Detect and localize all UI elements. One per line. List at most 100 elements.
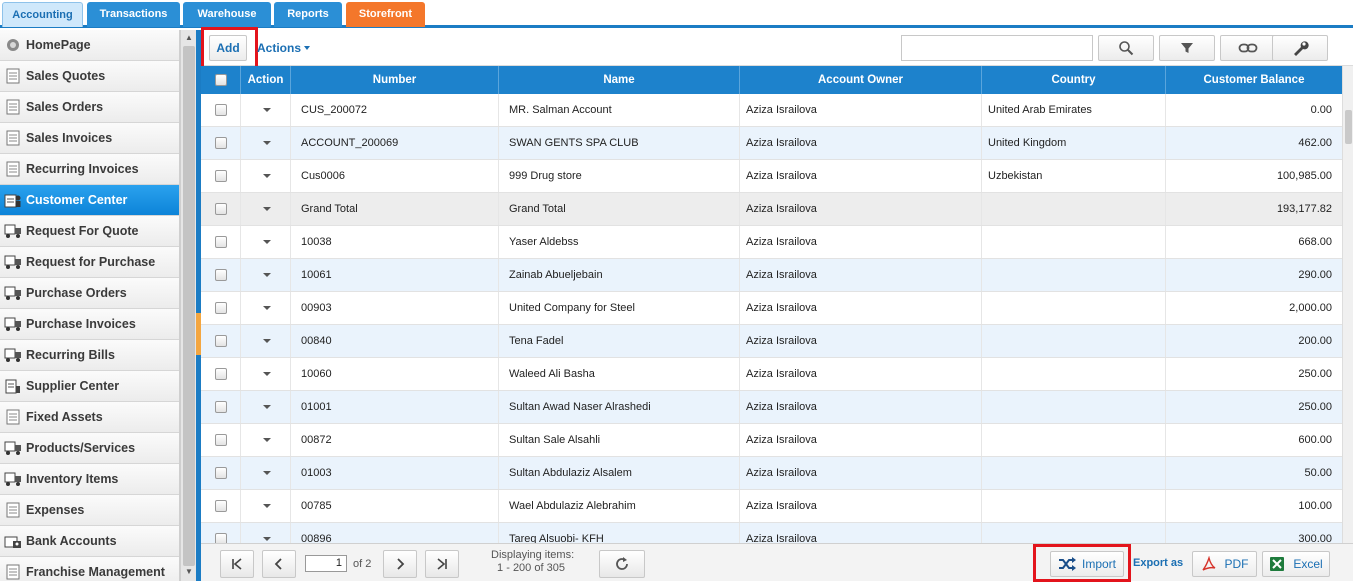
row-action-dropdown-icon[interactable] [263,471,271,475]
sidebar-item-supplier-center[interactable]: Supplier Center [0,371,179,402]
row-action-dropdown-icon[interactable] [263,405,271,409]
row-action-dropdown-icon[interactable] [263,504,271,508]
row-action-dropdown-icon[interactable] [263,174,271,178]
sidebar-item-purchase-invoices[interactable]: Purchase Invoices [0,309,179,340]
row-action-dropdown-icon[interactable] [263,240,271,244]
sidebar-item-sales-quotes[interactable]: Sales Quotes [0,61,179,92]
row-checkbox[interactable] [215,401,227,413]
sidebar-scrollbar[interactable]: ▲ ▼ [180,30,196,581]
prev-page-button[interactable] [262,550,296,578]
sidebar-item-customer-center[interactable]: Customer Center [0,185,179,216]
last-page-button[interactable] [425,550,459,578]
sidebar-item-fixed-assets[interactable]: Fixed Assets [0,402,179,433]
export-excel-button[interactable]: Excel [1262,551,1330,577]
tab-storefront[interactable]: Storefront [346,2,425,27]
filter-icon [1181,43,1193,53]
row-checkbox[interactable] [215,236,227,248]
sidebar-item-request-for-quote[interactable]: Request For Quote [0,216,179,247]
row-checkbox[interactable] [215,269,227,281]
filter-button[interactable] [1159,35,1215,61]
table-row[interactable]: 10038 Yaser Aldebss Aziza Israilova 668.00 [201,226,1342,259]
row-checkbox[interactable] [215,533,227,543]
sidebar-item-homepage[interactable]: HomePage [0,30,179,61]
header-number[interactable]: Number [291,66,499,94]
row-action-dropdown-icon[interactable] [263,537,271,541]
tab-accounting[interactable]: Accounting [2,2,83,27]
row-checkbox[interactable] [215,335,227,347]
sidebar-item-request-for-purchase[interactable]: Request for Purchase [0,247,179,278]
sidebar-scroll-thumb[interactable] [183,46,195,566]
grid-scroll-thumb[interactable] [1345,110,1352,144]
next-page-button[interactable] [383,550,417,578]
sidebar-item-recurring-invoices[interactable]: Recurring Invoices [0,154,179,185]
table-row[interactable]: CUS_200072 MR. Salman Account Aziza Israil… [201,94,1342,127]
select-cell [201,523,241,543]
sidebar-item-expenses[interactable]: Expenses [0,495,179,526]
row-checkbox[interactable] [215,434,227,446]
select-all-checkbox[interactable] [215,74,227,86]
table-row[interactable]: 00896 Tareq Alsuobi- KFH Aziza Israilova 30… [201,523,1342,543]
search-button[interactable] [1098,35,1154,61]
table-row[interactable]: Cus0006 999 Drug store Aziza Israilova Uzbe… [201,160,1342,193]
tab-reports[interactable]: Reports [274,2,342,27]
grand-total-row[interactable]: Grand Total Grand Total Aziza Israilova 193… [201,193,1342,226]
header-customer-balance[interactable]: Customer Balance [1166,66,1342,94]
row-checkbox[interactable] [215,104,227,116]
row-action-dropdown-icon[interactable] [263,207,271,211]
tab-warehouse[interactable]: Warehouse [183,2,271,27]
sidebar-item-sales-invoices[interactable]: Sales Invoices [0,123,179,154]
page-number-input[interactable]: 1 [305,555,347,572]
row-action-dropdown-icon[interactable] [263,108,271,112]
table-row[interactable]: 01003 Sultan Abdulaziz Alsalem Aziza Israi… [201,457,1342,490]
row-checkbox[interactable] [215,467,227,479]
export-pdf-button[interactable]: PDF [1192,551,1257,577]
header-name[interactable]: Name [499,66,740,94]
table-row[interactable]: 00872 Sultan Sale Alsahli Aziza Israilova 6… [201,424,1342,457]
header-account-owner[interactable]: Account Owner [740,66,982,94]
row-checkbox[interactable] [215,368,227,380]
grid-scrollbar[interactable] [1342,66,1353,543]
table-row[interactable]: 10061 Zainab Abueljebain Aziza Israilova 29… [201,259,1342,292]
row-checkbox[interactable] [215,500,227,512]
table-row[interactable]: 00903 United Company for Steel Aziza Israi… [201,292,1342,325]
row-action-dropdown-icon[interactable] [263,141,271,145]
tab-transactions[interactable]: Transactions [87,2,180,27]
table-row[interactable]: 00840 Tena Fadel Aziza Israilova 200.00 [201,325,1342,358]
row-checkbox[interactable] [215,170,227,182]
refresh-button[interactable] [599,550,645,578]
table-row[interactable]: 10060 Waleed Ali Basha Aziza Israilova 250.… [201,358,1342,391]
header-action[interactable]: Action [241,66,291,94]
cell-country [982,292,1166,324]
header-select-all[interactable] [201,66,241,94]
sidebar-item-recurring-bills[interactable]: Recurring Bills [0,340,179,371]
header-country[interactable]: Country [982,66,1166,94]
row-action-dropdown-icon[interactable] [263,372,271,376]
table-row[interactable]: 01001 Sultan Awad Naser Alrashedi Aziza Is… [201,391,1342,424]
cell-country [982,193,1166,225]
sidebar-item-bank-accounts[interactable]: Bank Accounts [0,526,179,557]
sidebar-item-sales-orders[interactable]: Sales Orders [0,92,179,123]
settings-button[interactable] [1272,35,1328,61]
row-checkbox[interactable] [215,137,227,149]
scroll-down-icon[interactable]: ▼ [184,567,194,577]
sidebar-item-franchise-management[interactable]: Franchise Management [0,557,179,581]
actions-menu-button[interactable]: Actions [257,40,311,56]
table-row[interactable]: ACCOUNT_200069 SWAN GENTS SPA CLUB Aziza I… [201,127,1342,160]
first-page-button[interactable] [220,550,254,578]
row-action-dropdown-icon[interactable] [263,306,271,310]
row-action-dropdown-icon[interactable] [263,339,271,343]
sidebar-item-products-services[interactable]: Products/Services [0,433,179,464]
link-button[interactable] [1220,35,1276,61]
cell-number: 01003 [291,457,499,489]
row-checkbox[interactable] [215,302,227,314]
search-input[interactable] [901,35,1093,61]
action-cell [241,226,291,258]
row-action-dropdown-icon[interactable] [263,273,271,277]
row-checkbox[interactable] [215,203,227,215]
scroll-up-icon[interactable]: ▲ [184,33,194,43]
sidebar-item-purchase-orders[interactable]: Purchase Orders [0,278,179,309]
table-row[interactable]: 00785 Wael Abdulaziz Alebrahim Aziza Israi… [201,490,1342,523]
sidebar-item-inventory-items[interactable]: Inventory Items [0,464,179,495]
export-as-label: Export as [1133,557,1184,569]
row-action-dropdown-icon[interactable] [263,438,271,442]
